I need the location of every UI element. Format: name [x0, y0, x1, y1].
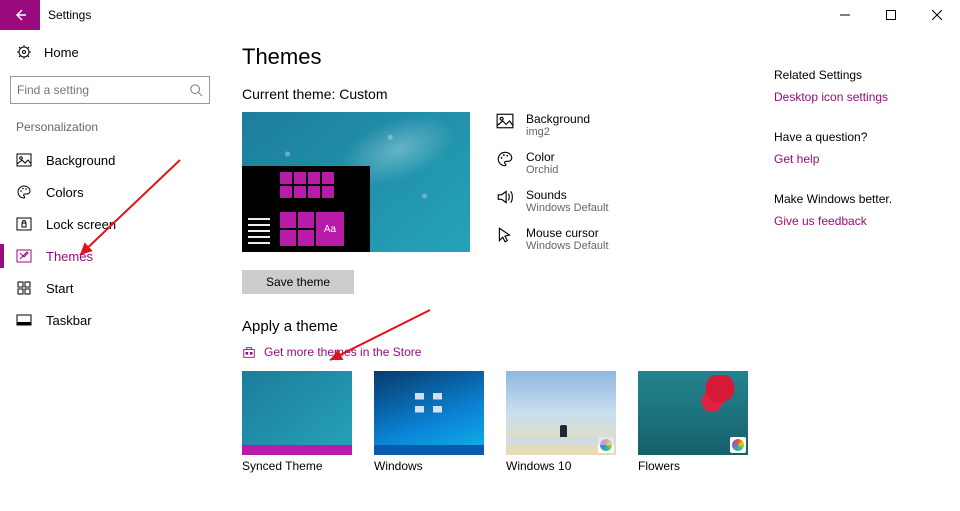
- taskbar-icon: [16, 312, 32, 328]
- theme-card-windows[interactable]: Windows: [374, 371, 484, 473]
- maximize-button[interactable]: [868, 0, 914, 30]
- app-title: Settings: [48, 8, 91, 22]
- color-wheel-icon: [598, 437, 614, 453]
- picture-icon: [496, 112, 514, 130]
- start-icon: [16, 280, 32, 296]
- sidebar-section-label: Personalization: [10, 120, 210, 134]
- feedback-heading: Make Windows better.: [774, 192, 946, 206]
- apply-theme-heading: Apply a theme: [242, 318, 774, 335]
- prop-color[interactable]: ColorOrchid: [494, 150, 609, 176]
- sidebar-item-label: Colors: [46, 185, 84, 200]
- current-theme-label: Current theme: Custom: [242, 86, 774, 102]
- sidebar: Home Personalization Background Colors L…: [0, 30, 220, 473]
- window-controls: [822, 0, 960, 30]
- theme-card-synced[interactable]: Synced Theme: [242, 371, 352, 473]
- titlebar: Settings: [0, 0, 960, 30]
- main-panel: Themes Current theme: Custom Aa: [220, 30, 774, 473]
- cursor-icon: [496, 226, 514, 244]
- sound-icon: [496, 188, 514, 206]
- back-button[interactable]: [0, 0, 40, 30]
- sidebar-item-taskbar[interactable]: Taskbar: [10, 304, 210, 336]
- save-theme-button[interactable]: Save theme: [242, 270, 354, 294]
- gear-icon: [16, 44, 32, 60]
- minimize-button[interactable]: [822, 0, 868, 30]
- themes-list: Synced Theme Windows Windows 10 Flowers: [242, 371, 774, 473]
- sidebar-item-colors[interactable]: Colors: [10, 176, 210, 208]
- search-icon: [189, 83, 203, 97]
- question-heading: Have a question?: [774, 130, 946, 144]
- close-button[interactable]: [914, 0, 960, 30]
- theme-card-flowers[interactable]: Flowers: [638, 371, 748, 473]
- prop-cursor[interactable]: Mouse cursorWindows Default: [494, 226, 609, 252]
- feedback-link[interactable]: Give us feedback: [774, 214, 946, 228]
- desktop-icon-settings-link[interactable]: Desktop icon settings: [774, 90, 946, 104]
- prop-background[interactable]: Backgroundimg2: [494, 112, 609, 138]
- search-input[interactable]: [17, 83, 189, 97]
- themes-icon: [16, 248, 32, 264]
- back-arrow-icon: [12, 7, 28, 23]
- sidebar-item-label: Background: [46, 153, 115, 168]
- sidebar-item-lock-screen[interactable]: Lock screen: [10, 208, 210, 240]
- get-help-link[interactable]: Get help: [774, 152, 946, 166]
- sidebar-item-start[interactable]: Start: [10, 272, 210, 304]
- store-link[interactable]: Get more themes in the Store: [242, 345, 774, 359]
- palette-icon: [16, 184, 32, 200]
- theme-properties: Backgroundimg2 ColorOrchid SoundsWindows…: [494, 112, 609, 252]
- sidebar-item-label: Start: [46, 281, 73, 296]
- lock-screen-icon: [16, 216, 32, 232]
- palette-icon: [496, 150, 514, 168]
- theme-card-windows10[interactable]: Windows 10: [506, 371, 616, 473]
- right-pane: Related Settings Desktop icon settings H…: [774, 30, 960, 473]
- prop-sounds[interactable]: SoundsWindows Default: [494, 188, 609, 214]
- preview-accent-tile: Aa: [316, 212, 344, 246]
- sidebar-item-background[interactable]: Background: [10, 144, 210, 176]
- sidebar-home-label: Home: [44, 45, 79, 60]
- picture-icon: [16, 152, 32, 168]
- sidebar-item-label: Themes: [46, 249, 93, 264]
- search-box[interactable]: [10, 76, 210, 104]
- related-settings-heading: Related Settings: [774, 68, 946, 82]
- sidebar-item-label: Lock screen: [46, 217, 116, 232]
- theme-preview[interactable]: Aa: [242, 112, 470, 252]
- sidebar-home[interactable]: Home: [10, 40, 210, 64]
- sidebar-item-label: Taskbar: [46, 313, 92, 328]
- color-wheel-icon: [730, 437, 746, 453]
- page-title: Themes: [242, 44, 774, 70]
- store-icon: [242, 345, 256, 359]
- sidebar-item-themes[interactable]: Themes: [10, 240, 210, 272]
